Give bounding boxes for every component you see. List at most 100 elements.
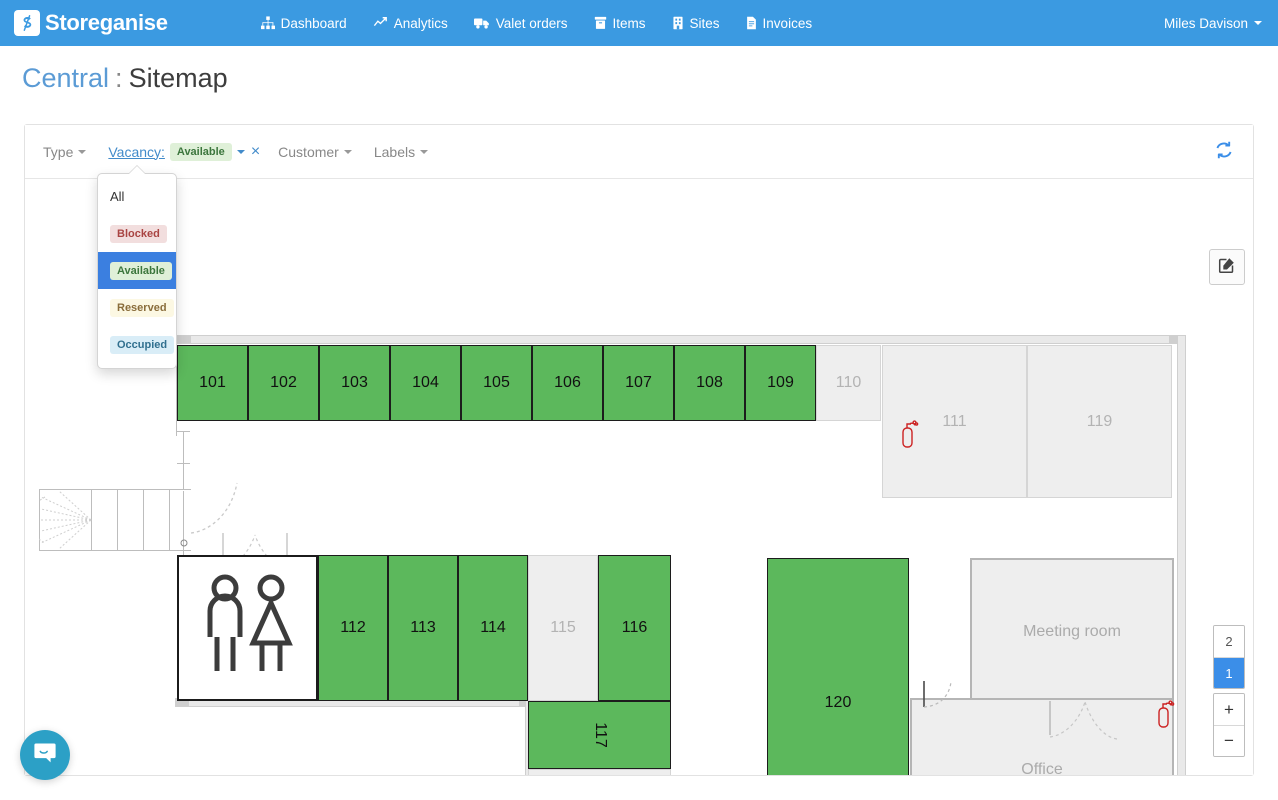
unit-label: 112 (340, 619, 366, 636)
nav-item-sites[interactable]: Sites (659, 0, 733, 46)
nav-item-analytics[interactable]: Analytics (360, 0, 461, 46)
file-invoice-icon (746, 16, 757, 30)
chevron-down-icon (78, 149, 87, 154)
unit-115[interactable]: 115 (528, 555, 598, 701)
unit-label: 110 (835, 374, 862, 391)
nav-item-dashboard[interactable]: Dashboard (248, 0, 360, 46)
unit-114[interactable]: 114 (458, 555, 528, 701)
room-meeting[interactable]: Meeting room (970, 558, 1174, 705)
restroom-icon (196, 571, 300, 686)
unit-104[interactable]: 104 (390, 345, 461, 421)
unit-label: 119 (1086, 412, 1113, 430)
user-menu[interactable]: Miles Davison (1164, 16, 1262, 31)
unit-label: 117 (591, 722, 609, 748)
chat-bubble-icon (32, 740, 58, 771)
chevron-down-icon (1254, 21, 1262, 25)
sitemap-icon (260, 16, 275, 30)
refresh-icon (1214, 140, 1234, 165)
unit-117[interactable]: 117 (528, 701, 671, 769)
nav-item-valet-orders[interactable]: Valet orders (461, 0, 581, 46)
nav-label: Valet orders (495, 15, 568, 31)
vacancy-dropdown-menu[interactable]: All Blocked Available Reserved Occupied (97, 165, 177, 369)
zoom-controls[interactable]: + − (1213, 693, 1245, 757)
filter-labels[interactable]: Labels (373, 143, 429, 160)
breadcrumb-site[interactable]: Central (22, 63, 109, 94)
filter-type-label: Type (43, 143, 74, 160)
vacancy-option-all[interactable]: All (98, 179, 176, 215)
brand-name: Storeganise (45, 10, 168, 35)
user-menu-label: Miles Davison (1163, 15, 1248, 31)
unit-120[interactable]: 120 (767, 558, 909, 775)
unit-label: 113 (410, 619, 436, 636)
nav-item-items[interactable]: Items (581, 0, 659, 46)
unit-107[interactable]: 107 (603, 345, 674, 421)
unit-label: 114 (480, 619, 506, 636)
page-header: Central : Sitemap (0, 46, 1278, 110)
door-swing-icon (923, 681, 952, 708)
sitemap-card: Type Vacancy: Available × Customer Label… (24, 124, 1254, 776)
zoom-in-button[interactable]: + (1214, 694, 1244, 725)
filter-customer[interactable]: Customer (278, 144, 352, 160)
unit-103[interactable]: 103 (319, 345, 390, 421)
filter-labels-label: Labels (373, 143, 416, 160)
wall-node (175, 335, 191, 344)
intercom-launcher-button[interactable] (20, 730, 70, 780)
unit-label: 105 (483, 374, 510, 391)
unit-112[interactable]: 112 (318, 555, 388, 701)
unit-label: 116 (621, 619, 648, 636)
unit-109[interactable]: 109 (745, 345, 816, 421)
unit-label: 115 (550, 619, 576, 636)
unit-110[interactable]: 110 (816, 345, 881, 421)
unit-label: 104 (412, 374, 439, 391)
refresh-button[interactable] (1211, 139, 1237, 165)
wall-right (1177, 335, 1186, 775)
unit-106[interactable]: 106 (532, 345, 603, 421)
vacancy-option-available[interactable]: Available (98, 252, 176, 289)
primary-nav: Dashboard Analytics Valet orders Items S… (248, 0, 825, 46)
box-icon (594, 16, 607, 30)
unit-116[interactable]: 116 (598, 555, 671, 701)
vacancy-option-blocked[interactable]: Blocked (98, 215, 176, 252)
filter-vacancy-value: Available (169, 142, 232, 161)
door-swing-double-icon (1049, 701, 1118, 740)
filter-type[interactable]: Type (43, 143, 87, 160)
floor-button-1[interactable]: 1 (1214, 657, 1244, 688)
filter-vacancy[interactable]: Vacancy: Available (108, 142, 245, 161)
filter-bar: Type Vacancy: Available × Customer Label… (25, 125, 1253, 179)
vacancy-option-occupied[interactable]: Occupied (98, 326, 176, 363)
wall-line (169, 489, 170, 551)
unit-101[interactable]: 101 (177, 345, 248, 421)
unit-119[interactable]: 119 (1027, 345, 1172, 498)
unit-label: 107 (625, 374, 652, 391)
floor-button-2[interactable]: 2 (1214, 626, 1244, 657)
nav-item-invoices[interactable]: Invoices (733, 0, 826, 46)
unit-label: 103 (341, 374, 368, 391)
vacancy-option-label: Reserved (110, 299, 174, 317)
unit-105[interactable]: 105 (461, 345, 532, 421)
vacancy-option-reserved[interactable]: Reserved (98, 289, 176, 326)
restroom-block[interactable] (177, 555, 318, 701)
unit-108[interactable]: 108 (674, 345, 745, 421)
fire-extinguisher-icon (897, 419, 919, 456)
building-icon (672, 16, 684, 30)
unit-113[interactable]: 113 (388, 555, 458, 701)
sitemap-canvas[interactable]: 101 102 103 104 105 106 107 108 109 110 … (25, 179, 1253, 775)
top-navbar: Storeganise Dashboard Analytics Valet or… (0, 0, 1278, 46)
nav-label: Dashboard (280, 15, 347, 31)
wall-top (175, 335, 1185, 344)
floor-selector[interactable]: 2 1 (1213, 625, 1245, 689)
chevron-down-icon (420, 149, 429, 154)
nav-label: Analytics (393, 15, 448, 31)
unit-118[interactable]: 118 (528, 769, 671, 775)
wall-line (143, 489, 144, 551)
edit-sitemap-button[interactable] (1209, 249, 1245, 285)
zoom-out-button[interactable]: − (1214, 725, 1244, 756)
brand-logo[interactable]: Storeganise (14, 10, 168, 36)
room-label: Meeting room (1023, 623, 1121, 640)
vacancy-option-label: Available (110, 262, 172, 280)
nav-label: Invoices (762, 15, 813, 31)
page-title: Sitemap (128, 62, 228, 93)
chevron-down-icon (236, 149, 245, 154)
unit-102[interactable]: 102 (248, 345, 319, 421)
filter-vacancy-clear[interactable]: × (251, 143, 260, 160)
